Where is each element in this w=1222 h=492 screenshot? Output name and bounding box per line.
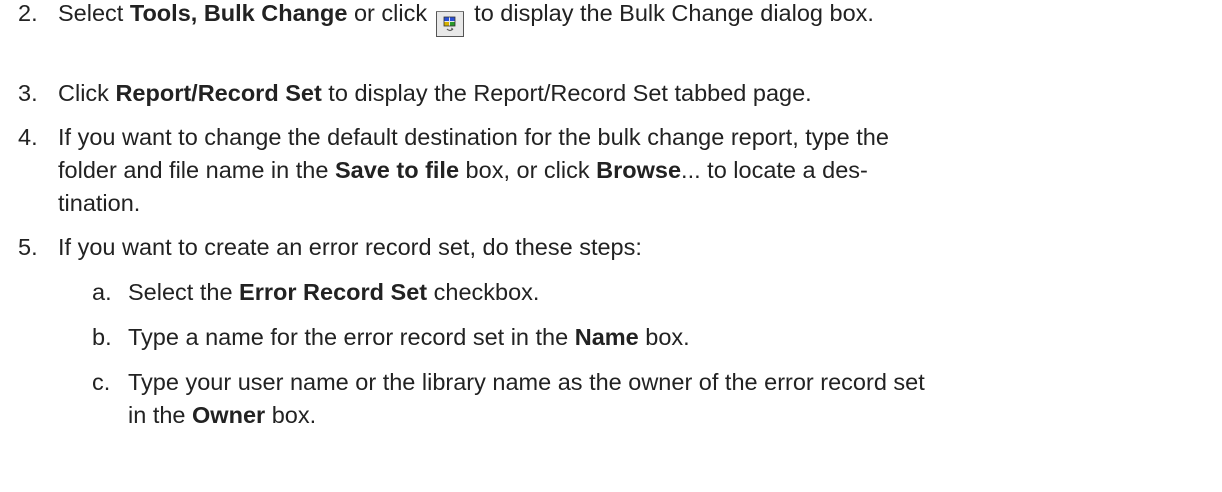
substep-text: Type a name for the error record set in … <box>128 320 690 354</box>
step-text-part: checkbox. <box>427 279 540 305</box>
step-number: 3. <box>18 80 38 106</box>
step-text-part: Select <box>58 0 130 26</box>
step-text-part: in the <box>128 402 193 428</box>
step-text-line: folder and file name in the Save to file… <box>58 153 868 187</box>
substep-letter: b. <box>92 324 112 350</box>
step-text: If you want to create an error record se… <box>58 234 642 260</box>
step-text-part: ... to locate a des- <box>681 157 868 183</box>
step-text-part: folder and file name in the <box>58 157 335 183</box>
substep-letter: c. <box>92 369 111 395</box>
step-text-line: tination. <box>58 190 141 216</box>
substep-text-line: in the Owner box. <box>128 398 316 432</box>
step-text-part: Type a name for the error record set in … <box>128 324 575 350</box>
substep-letter: a. <box>92 279 112 305</box>
step-text: Click Report/Record Set to display the R… <box>58 76 812 110</box>
step-text-part: box. <box>638 324 690 350</box>
step-text-part: to display the Bulk Change dialog box. <box>467 0 874 26</box>
field-name: Name <box>574 324 639 350</box>
step-text: Select Tools, Bulk Change or click to di… <box>58 0 874 37</box>
substep-text: Select the Error Record Set checkbox. <box>128 275 539 309</box>
button-name: Browse <box>596 157 682 183</box>
field-name: Owner <box>192 402 266 428</box>
step-number: 2. <box>18 0 38 26</box>
step-number: 4. <box>18 124 38 150</box>
step-text-part: to display the Report/Record Set tabbed … <box>321 80 812 106</box>
step-text-part: box, or click <box>459 157 597 183</box>
bulk-change-icon <box>435 5 466 37</box>
step-number: 5. <box>18 234 38 260</box>
field-name: Error Record Set <box>239 279 428 305</box>
substep-text-line: Type your user name or the library name … <box>128 369 925 395</box>
menu-path: Tools, Bulk Change <box>129 0 348 26</box>
step-text-part: box. <box>265 402 317 428</box>
field-name: Save to file <box>334 157 460 183</box>
step-text-part: or click <box>347 0 434 26</box>
tab-name: Report/Record Set <box>115 80 322 106</box>
step-text-part: Select the <box>128 279 240 305</box>
step-text-part: Click <box>58 80 116 106</box>
step-text-line: If you want to change the default destin… <box>58 124 889 150</box>
